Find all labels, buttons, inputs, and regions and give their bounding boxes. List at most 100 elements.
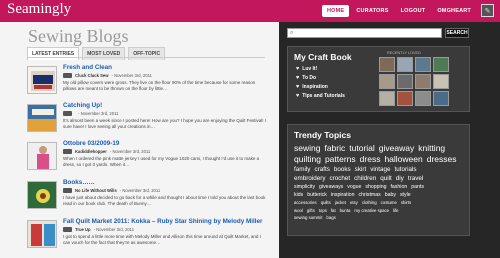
topic-tag[interactable]: crochet (330, 174, 351, 183)
search-button[interactable]: SEARCH (445, 28, 469, 38)
topic-tag[interactable]: fat (331, 207, 336, 215)
topic-tag[interactable]: clothing (362, 199, 377, 207)
topic-tag[interactable]: sewing summit (294, 214, 322, 222)
post-thumbnail[interactable] (27, 181, 57, 209)
heart-icon: ♥ (296, 65, 300, 72)
topic-tag[interactable]: giveaway (379, 143, 414, 154)
topic-tag[interactable]: wool (294, 207, 303, 215)
topic-tag[interactable]: fashion (390, 183, 407, 191)
topic-tag[interactable]: butterick (307, 191, 327, 199)
post-title[interactable]: Books…… (63, 179, 95, 186)
post-thumbnail[interactable] (27, 142, 57, 170)
topic-tag[interactable]: giveaways (319, 183, 343, 191)
topic-tag[interactable]: family (294, 165, 310, 174)
craft-item-to-do[interactable]: ♥ To Do (296, 73, 345, 82)
post-date: - November 3rd, 2011 (119, 188, 161, 193)
topic-tag[interactable]: quilts (321, 199, 331, 207)
topic-tag[interactable]: shirts (401, 199, 411, 207)
blog-badge-icon (63, 149, 72, 154)
topic-tag[interactable]: dress (360, 154, 381, 165)
topic-tag[interactable]: costume (381, 199, 397, 207)
recent-thumbnail[interactable] (379, 57, 395, 72)
topic-tag[interactable]: life (393, 207, 399, 215)
topic-tag[interactable]: travel (408, 174, 423, 183)
topic-tag[interactable]: children (354, 174, 376, 183)
nav-curators[interactable]: CURATORS (351, 5, 393, 17)
topic-tag[interactable]: shopping (365, 183, 386, 191)
recent-thumbnail[interactable] (415, 91, 431, 106)
recent-thumbnail[interactable] (397, 91, 413, 106)
topic-tag[interactable]: my creative space (354, 207, 389, 215)
user-avatar[interactable]: ✎ (481, 4, 494, 17)
recent-thumbnail[interactable] (433, 74, 449, 89)
tab-off-topic[interactable]: OFF-TOPIC (128, 47, 166, 60)
nav-home[interactable]: HOME (322, 5, 350, 17)
thumbnail-image (28, 182, 56, 208)
topic-tag[interactable]: accessories (294, 199, 317, 207)
topic-tag[interactable]: tutorial (349, 143, 375, 154)
craft-book-title[interactable]: My Craft Book (294, 52, 352, 62)
post-thumbnail[interactable] (27, 104, 57, 132)
topic-tag[interactable]: embroidery (294, 174, 326, 183)
topic-tag[interactable]: knitting (418, 143, 445, 154)
recent-thumbnail[interactable] (433, 57, 449, 72)
post-thumbnail[interactable] (27, 66, 57, 94)
tab-latest-entries[interactable]: LATEST ENTRIES (27, 47, 80, 60)
nav-user[interactable]: OMGHEART (432, 5, 476, 17)
topic-tag[interactable]: sewing (294, 143, 320, 154)
topic-tag[interactable]: quilt (380, 174, 392, 183)
topic-cloud: sewing fabric tutorial giveaway knitting quil… (294, 143, 469, 222)
topic-tag[interactable]: gifts (307, 207, 315, 215)
post-author[interactable]: Cluck Cluck Sew (75, 73, 109, 78)
topic-tag[interactable]: fabric (324, 143, 345, 154)
recent-thumbnail[interactable] (379, 91, 395, 106)
topic-tag[interactable]: pants (411, 183, 424, 191)
topic-tag[interactable]: bunta (340, 207, 351, 215)
post-title[interactable]: Ottobre 03/2009-19 (63, 140, 119, 147)
post-title[interactable]: Fall Quilt Market 2011: Kokka – Ruby Sta… (63, 218, 262, 225)
post-author[interactable]: Kadiddlehopper (75, 149, 107, 154)
post-author[interactable]: No Life Without Wills (75, 188, 117, 193)
recent-thumbnail[interactable] (415, 57, 431, 72)
heart-icon: ♥ (296, 92, 300, 99)
nav-logout[interactable]: LOGOUT (396, 5, 431, 17)
recent-thumbnail[interactable] (379, 74, 395, 89)
post-meta: True Up - November 3rd, 2011 (63, 227, 134, 232)
topic-tag[interactable]: baby (385, 191, 396, 199)
topic-tag[interactable]: jacket (335, 199, 346, 207)
site-logo[interactable]: Seamingly (7, 1, 71, 18)
recent-thumbnail[interactable] (397, 74, 413, 89)
topic-tag[interactable]: vintage (370, 165, 390, 174)
craft-item-inspiration[interactable]: ♥ Inspiration (296, 82, 345, 91)
topic-tag[interactable]: books (334, 165, 351, 174)
post-title[interactable]: Catching Up! (63, 102, 102, 109)
topic-tag[interactable]: vogue (347, 183, 361, 191)
topic-tag[interactable]: crafts (314, 165, 329, 174)
recent-thumbnail[interactable] (433, 91, 449, 106)
topic-tag[interactable]: inspiration (331, 191, 355, 199)
craft-item-tips-and-tutorials[interactable]: ♥ Tips and Tutorials (296, 91, 345, 100)
recent-thumbnail[interactable] (415, 74, 431, 89)
topic-tag[interactable]: tops (319, 207, 327, 215)
topic-tag[interactable]: diy (396, 174, 404, 183)
topic-tag[interactable]: skirt (355, 165, 367, 174)
topic-tag[interactable]: simplicity (294, 183, 315, 191)
search-input[interactable]: ⌕ (287, 28, 442, 38)
post-thumbnail[interactable] (27, 220, 57, 248)
recent-thumbnail[interactable] (397, 57, 413, 72)
craft-item-luv-it[interactable]: ♥ Luv It! (296, 64, 345, 73)
post-title[interactable]: Fresh and Clean (63, 64, 112, 71)
post-author[interactable]: True Up (75, 227, 91, 232)
topic-tag[interactable]: etsy (350, 199, 358, 207)
topic-tag[interactable]: style (400, 191, 411, 199)
topic-tag[interactable]: quilting (294, 154, 321, 165)
tab-most-loved[interactable]: MOST LOVED (82, 47, 126, 60)
topic-tag[interactable]: patterns (325, 154, 356, 165)
topic-tag[interactable]: dresses (427, 154, 457, 165)
topic-tag[interactable]: halloween (384, 154, 422, 165)
topic-tag[interactable]: christmas (359, 191, 381, 199)
topic-tag[interactable]: kids (294, 191, 303, 199)
topic-tag[interactable]: bags (326, 214, 335, 222)
post-date: - November 3rd, 2011 (93, 227, 135, 232)
topic-tag[interactable]: tutorials (395, 165, 417, 174)
